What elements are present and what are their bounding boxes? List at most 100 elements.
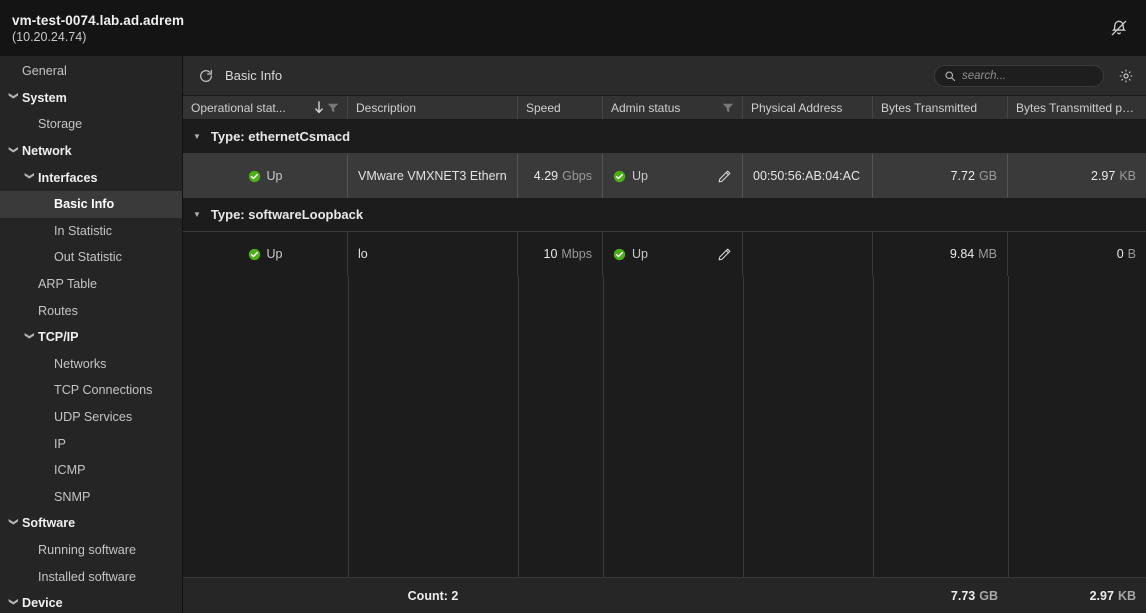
chevron-down-icon[interactable]: ❯ xyxy=(9,146,19,157)
group-header-row[interactable]: ▼ Type: ethernetCsmacd xyxy=(183,120,1146,154)
sidebar-item-software[interactable]: ❯ Software xyxy=(0,510,182,537)
bytes-transmitted-unit: GB xyxy=(978,169,997,183)
speed-value: 10 xyxy=(543,247,558,261)
filter-icon[interactable] xyxy=(327,102,339,114)
cell-physical-address: 00:50:56:AB:04:AC xyxy=(743,154,873,198)
sidebar-item-label: Installed software xyxy=(38,569,137,584)
search-box[interactable] xyxy=(934,64,1118,87)
sidebar-item-arp-table[interactable]: ARP Table xyxy=(0,271,182,298)
description-text: VMware VMXNET3 Ethernet ( xyxy=(358,169,507,183)
chevron-down-icon[interactable]: ❯ xyxy=(9,598,19,609)
sidebar-item-networks[interactable]: Networks xyxy=(0,351,182,378)
sidebar-item-system[interactable]: ❯ System xyxy=(0,85,182,112)
cell-physical-address xyxy=(743,232,873,276)
bell-muted-icon[interactable] xyxy=(1106,15,1132,41)
bytes-transmitted-value: 9.84 xyxy=(949,247,975,261)
sidebar-item-snmp[interactable]: SNMP xyxy=(0,484,182,511)
device-details-window: vm-test-0074.lab.ad.adrem (10.20.24.74) … xyxy=(0,0,1146,613)
column-header-label: Description xyxy=(356,100,417,115)
title-bar: vm-test-0074.lab.ad.adrem (10.20.24.74) xyxy=(0,0,1146,56)
sidebar-item-routes[interactable]: Routes xyxy=(0,297,182,324)
sidebar-item-tcp-connections[interactable]: TCP Connections xyxy=(0,377,182,404)
content-panel: Basic Info search... Operational stat...… xyxy=(183,56,1146,613)
sidebar-item-ip[interactable]: IP xyxy=(0,430,182,457)
bytes-transmitted-unit: MB xyxy=(978,247,997,261)
edit-admin-status-button[interactable] xyxy=(716,168,732,184)
cell-operational-status: Up xyxy=(183,154,348,198)
sidebar-item-installed-software[interactable]: Installed software xyxy=(0,563,182,590)
sidebar-item-label: IP xyxy=(54,436,66,451)
column-header-description[interactable]: Description xyxy=(348,96,518,119)
filter-icon[interactable] xyxy=(722,102,734,114)
cell-admin-status: Up xyxy=(603,154,743,198)
column-header-physical-address[interactable]: Physical Address xyxy=(743,96,873,119)
cell-bytes-transmitted-per-sec: 0B xyxy=(1008,232,1146,276)
cell-bytes-transmitted: 7.72 GB xyxy=(873,154,1008,198)
sidebar-item-tcp-ip[interactable]: ❯ TCP/IP xyxy=(0,324,182,351)
column-header-speed[interactable]: Speed xyxy=(518,96,603,119)
chevron-down-icon[interactable]: ❯ xyxy=(9,518,19,529)
cell-bytes-transmitted: 9.84 MB xyxy=(873,232,1008,276)
column-header-label: Speed xyxy=(526,100,561,115)
table-row[interactable]: Up VMware VMXNET3 Ethernet (4.29Gbps Up 00:… xyxy=(183,154,1146,198)
sidebar-item-label: Networks xyxy=(54,356,107,371)
speed-unit: Gbps xyxy=(562,169,592,183)
sidebar-item-label: Storage xyxy=(38,117,83,132)
chevron-down-icon[interactable]: ❯ xyxy=(9,92,19,103)
table-header-row: Operational stat... Description Speed Admin… xyxy=(183,96,1146,120)
speed-value: 4.29 xyxy=(533,169,559,183)
cell-admin-status: Up xyxy=(603,232,743,276)
sidebar-item-in-statistic[interactable]: In Statistic xyxy=(0,218,182,245)
search-input[interactable] xyxy=(962,69,1118,82)
group-header-row[interactable]: ▼ Type: softwareLoopback xyxy=(183,198,1146,232)
operational-status-text: Up xyxy=(266,247,283,261)
edit-admin-status-button[interactable] xyxy=(716,246,732,262)
sort-descending-icon[interactable] xyxy=(314,101,324,114)
table-row[interactable]: Up lo 10 Mbps Up 9.84 MB 0 B xyxy=(183,232,1146,276)
collapse-triangle-icon[interactable]: ▼ xyxy=(193,132,201,141)
status-ok-icon xyxy=(613,248,626,261)
sidebar-item-icmp[interactable]: ICMP xyxy=(0,457,182,484)
column-header-admin-status[interactable]: Admin status xyxy=(603,96,743,119)
pencil-icon[interactable] xyxy=(716,168,732,184)
chevron-down-icon[interactable]: ❯ xyxy=(25,172,35,183)
sidebar-item-label: System xyxy=(22,90,67,105)
content-toolbar: Basic Info xyxy=(183,56,1146,96)
cell-operational-status: Up xyxy=(183,232,348,276)
sidebar-item-label: In Statistic xyxy=(54,223,113,238)
footer-bytes-transmitted: 7.73 GB xyxy=(873,589,1008,603)
sidebar-item-device[interactable]: ❯ Device xyxy=(0,590,182,613)
sidebar-item-label: TCP Connections xyxy=(54,383,153,398)
search-icon xyxy=(943,69,956,82)
sidebar-item-label: General xyxy=(22,64,67,79)
column-header-operational-stat[interactable]: Operational stat... xyxy=(183,96,348,119)
sidebar-item-label: UDP Services xyxy=(54,410,133,425)
column-header-label: Physical Address xyxy=(751,100,843,115)
footer-count: Count: 2 xyxy=(348,589,518,603)
column-header-bytes-transmitted-per[interactable]: Bytes Transmitted per... xyxy=(1008,96,1146,119)
sidebar-item-udp-services[interactable]: UDP Services xyxy=(0,404,182,431)
sidebar-item-label: ICMP xyxy=(54,463,86,478)
sidebar-item-interfaces[interactable]: ❯ Interfaces xyxy=(0,164,182,191)
sidebar-item-general[interactable]: General xyxy=(0,58,182,85)
pencil-icon[interactable] xyxy=(716,246,732,262)
column-header-icons xyxy=(722,102,734,114)
bytes-transmitted-value: 7.72 xyxy=(950,169,975,183)
chevron-down-icon[interactable]: ❯ xyxy=(25,332,35,343)
sidebar-item-out-statistic[interactable]: Out Statistic xyxy=(0,244,182,271)
sidebar-item-network[interactable]: ❯ Network xyxy=(0,138,182,165)
table-body: ▼ Type: ethernetCsmacd Up VMware VMXNET3 Et… xyxy=(183,120,1146,577)
sidebar-item-basic-info[interactable]: Basic Info xyxy=(0,190,182,218)
sidebar-item-label: Network xyxy=(22,144,72,159)
sidebar-item-label: Interfaces xyxy=(38,170,98,185)
sidebar-item-label: SNMP xyxy=(54,489,91,504)
admin-status-text: Up xyxy=(632,247,648,261)
gear-icon[interactable] xyxy=(1116,66,1136,86)
column-header-label: Bytes Transmitted xyxy=(881,100,978,115)
refresh-icon[interactable] xyxy=(197,67,215,85)
sidebar-item-storage[interactable]: Storage xyxy=(0,111,182,138)
column-header-bytes-transmitted[interactable]: Bytes Transmitted xyxy=(873,96,1008,119)
collapse-triangle-icon[interactable]: ▼ xyxy=(193,210,201,219)
bytes-per-sec-unit: KB xyxy=(1119,169,1136,183)
sidebar-item-running-software[interactable]: Running software xyxy=(0,537,182,564)
